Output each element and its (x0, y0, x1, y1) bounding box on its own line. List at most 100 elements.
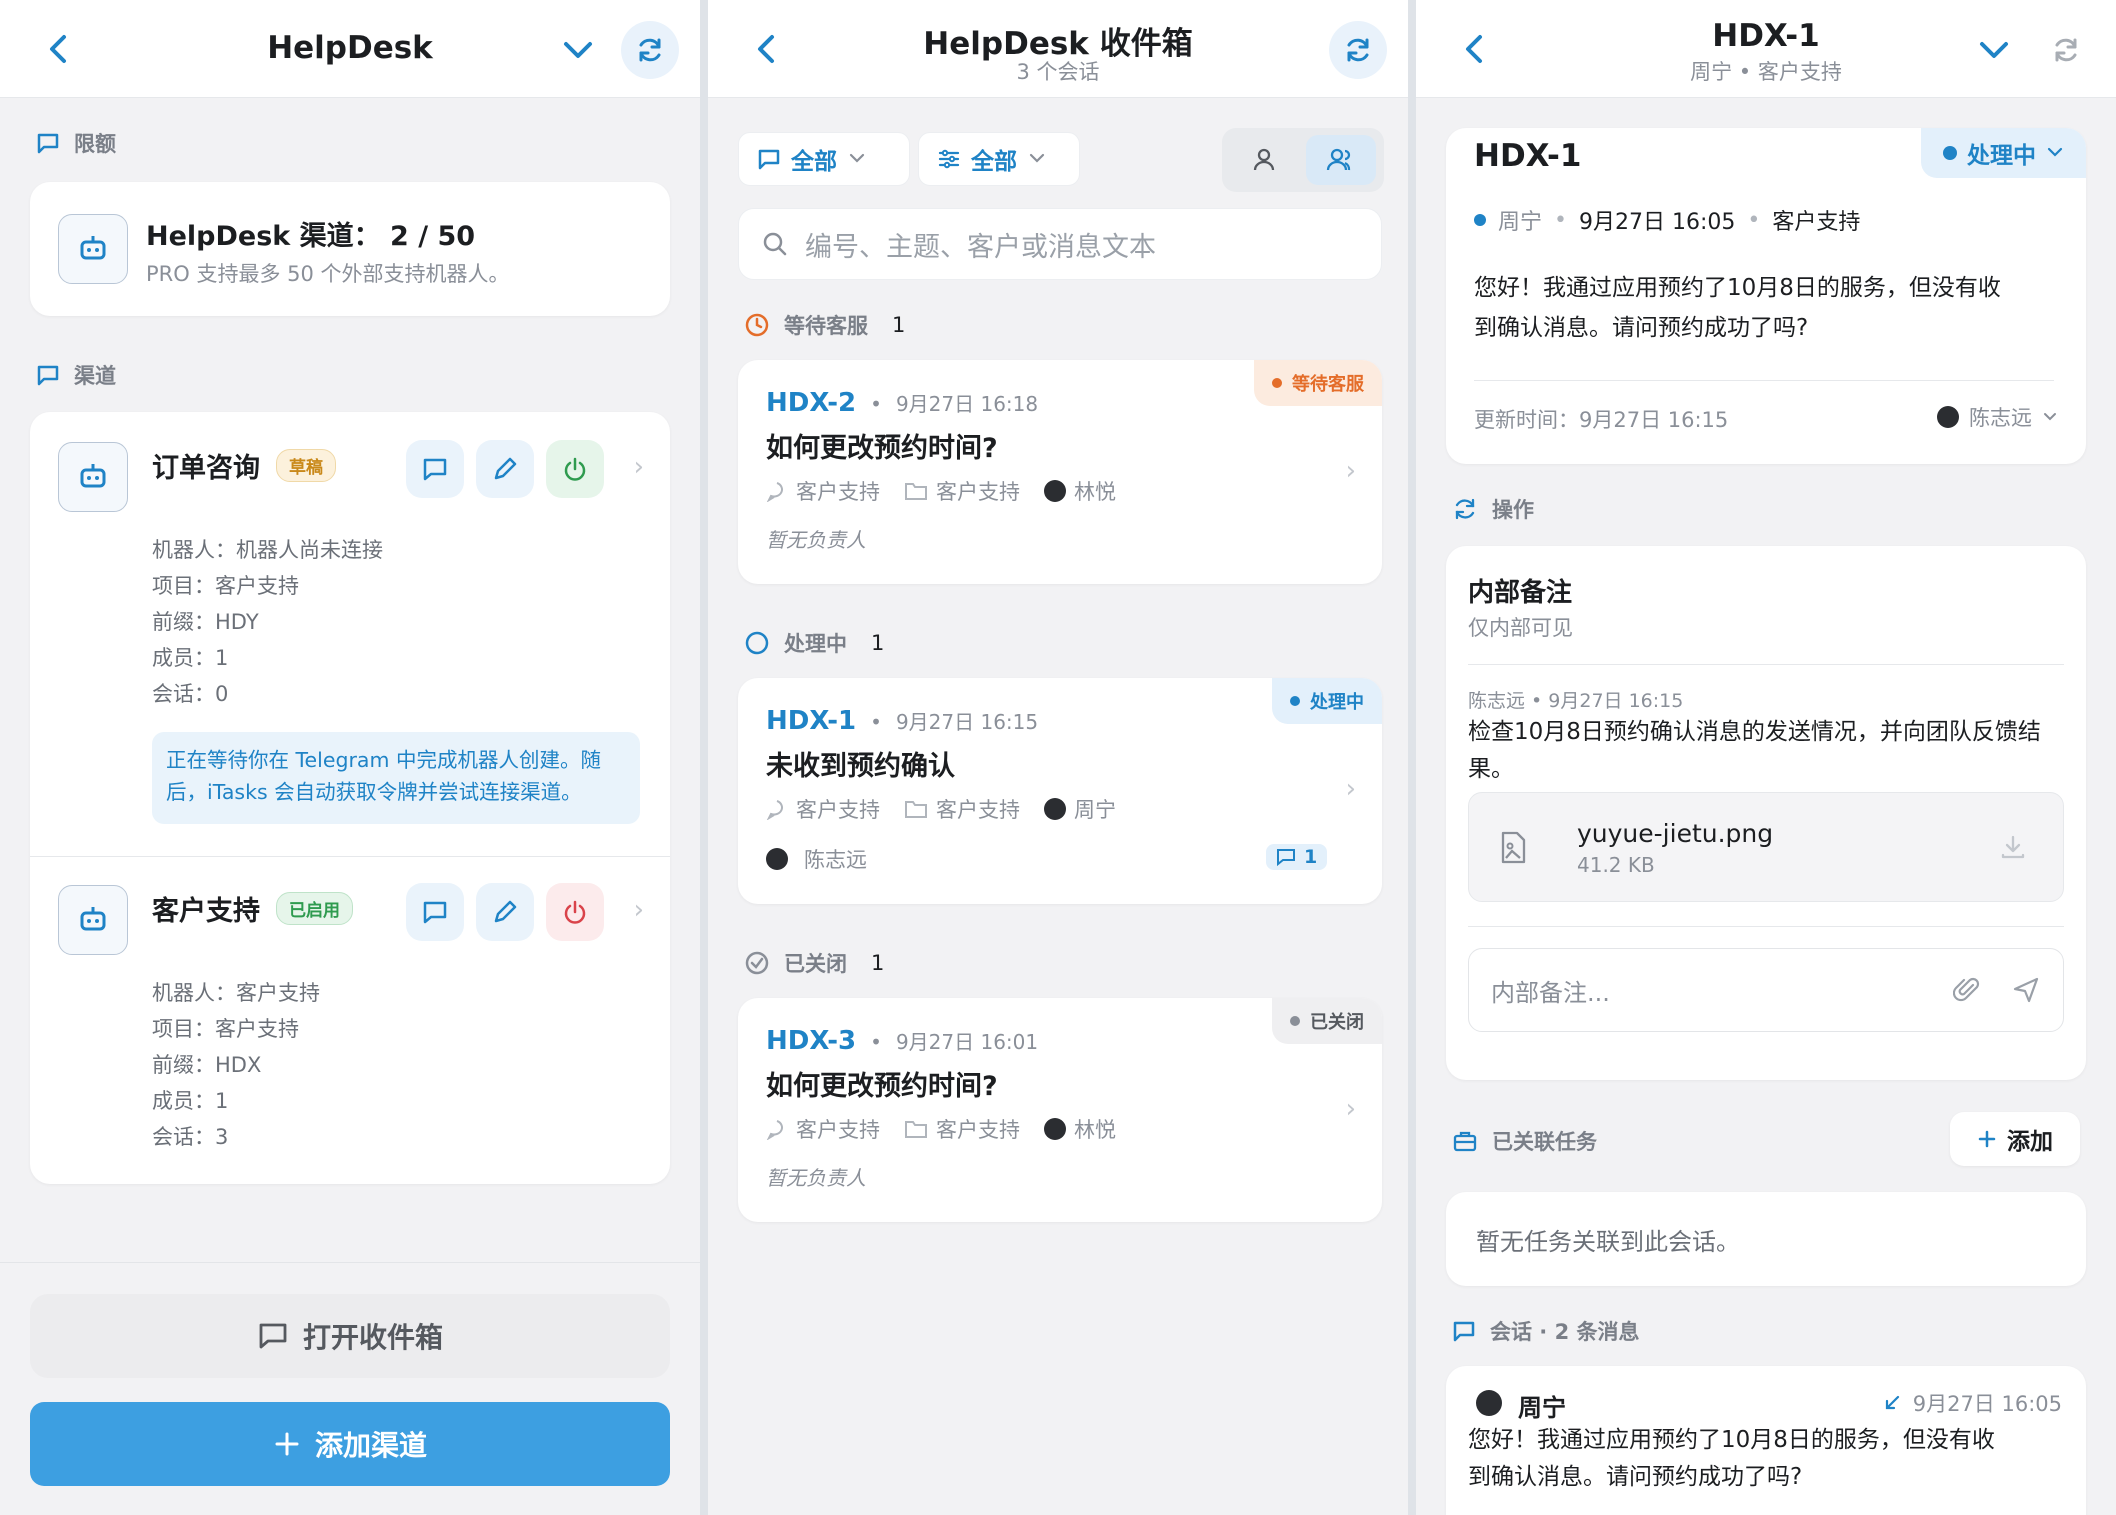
ticket-date: 9月27日 16:05 (1579, 210, 1736, 235)
incoming-arrow-icon (1885, 1395, 1899, 1410)
comment-icon (37, 365, 59, 386)
channel-name: 客户支持 (796, 480, 880, 504)
actions-section-header: 操作 (1452, 494, 1534, 524)
channel-details: 机器人：机器人尚未连接 项目：客户支持 前缀：HDY 成员：1 会话：0 (152, 532, 383, 712)
message-text: 您好！我通过应用预约了10月8日的服务，但没有收 到确认消息。请问预约成功了吗? (1468, 1422, 1995, 1496)
detail-line: 项目：客户支持 (152, 574, 299, 598)
notes-title: 内部备注 (1468, 578, 1573, 608)
section-label: 限额 (74, 132, 116, 156)
download-icon[interactable] (1999, 833, 2027, 861)
assignee-dropdown[interactable]: 陈志远 (1937, 402, 2058, 432)
detail-line: 项目：客户支持 (152, 1017, 299, 1041)
paperclip-icon[interactable] (1953, 975, 1981, 1005)
ticket-message: 您好！我通过应用预约了10月8日的服务，但没有收 到确认消息。请问预约成功了吗? (1474, 268, 2001, 348)
customer-name: 周宁 (1074, 798, 1116, 822)
all-conversations-toggle[interactable] (1306, 135, 1376, 185)
message-count: 1 (1304, 846, 1318, 868)
quota-title: HelpDesk 渠道： 2 / 50 (146, 221, 476, 252)
page-subtitle: 3 个会话 (1016, 60, 1100, 84)
edit-button[interactable] (476, 440, 534, 498)
image-file-icon (1501, 831, 1526, 864)
note-input[interactable]: 内部备注... (1468, 948, 2064, 1032)
refresh-icon (2055, 38, 2077, 62)
channel-name: 客户支持 (152, 896, 260, 927)
ticket-card[interactable]: 等待客服 HDX-2 • 9月27日 16:18 如何更改预约时间? 客户支持 … (738, 360, 1382, 584)
folder-icon (905, 801, 927, 818)
comment-icon (423, 458, 447, 481)
channel-name: 订单咨询 (152, 453, 260, 484)
refresh-button[interactable] (621, 21, 679, 79)
file-name: yuyue-jietu.png (1577, 819, 1774, 848)
notes-subtitle: 仅内部可见 (1468, 616, 1573, 640)
ticket-detail-panel: HDX-1 周宁 • 客户支持 HDX-1 处理中 周宁 • 9月27日 16:… (1416, 0, 2116, 1515)
robot-icon (80, 907, 106, 931)
chevron-down-icon[interactable] (1976, 36, 2012, 64)
note-line: 果。 (1468, 756, 1514, 782)
add-task-button[interactable]: 添加 (1950, 1112, 2080, 1166)
chevron-right-icon: › (633, 452, 644, 482)
message-count-badge: 1 (1266, 844, 1328, 870)
ticket-id: HDX-1 (1474, 138, 1582, 174)
refresh-button[interactable] (2037, 21, 2095, 79)
ticket-date: 9月27日 16:01 (895, 1030, 1039, 1054)
ticket-date: 9月27日 16:18 (895, 392, 1039, 416)
power-icon (564, 900, 586, 924)
plus-icon (275, 1432, 299, 1456)
chat-button[interactable] (406, 883, 464, 941)
section-label: 会话 · 2 条消息 (1490, 1320, 1640, 1344)
my-conversations-toggle[interactable] (1232, 135, 1296, 185)
ticket-meta: 周宁 • 9月27日 16:05 • 客户支持 (1474, 204, 1860, 236)
ticket-summary-card: HDX-1 处理中 周宁 • 9月27日 16:05 • 客户支持 您好！我通过… (1446, 128, 2086, 464)
status-filter-dropdown[interactable]: 全部 (918, 132, 1080, 186)
folder-icon (905, 1121, 927, 1138)
avatar (766, 848, 788, 870)
linked-tasks-section-header: 已关联任务 (1452, 1126, 1597, 1156)
note-line: 检查10月8日预约确认消息的发送情况，并向团队反馈结 (1468, 719, 2041, 745)
status-label: 处理中 (1967, 143, 2036, 169)
comment-icon (1453, 1321, 1475, 1342)
linked-tasks-card: 暂无任务关联到此会话。 (1446, 1192, 2086, 1286)
assignee: 暂无负责人 (766, 1166, 866, 1190)
status-dropdown[interactable]: 处理中 (1921, 128, 2086, 178)
edit-button[interactable] (476, 883, 534, 941)
power-button[interactable] (546, 440, 604, 498)
check-circle-icon (745, 951, 769, 975)
send-icon[interactable] (2011, 975, 2041, 1005)
ticket-card[interactable]: 处理中 HDX-1 • 9月27日 16:15 未收到预约确认 客户支持 客户支… (738, 678, 1382, 904)
refresh-icon (639, 38, 661, 62)
search-placeholder: 编号、主题、客户或消息文本 (805, 231, 1156, 263)
search-input[interactable]: 编号、主题、客户或消息文本 (738, 208, 1382, 280)
note-text: 检查10月8日预约确认消息的发送情况，并向团队反馈结 果。 (1468, 714, 2041, 788)
status-badge: 已启用 (276, 892, 353, 925)
ticket-meta: 客户支持 客户支持 周宁 (766, 794, 1116, 824)
power-button[interactable] (546, 883, 604, 941)
message-time: 9月27日 16:05 (1912, 1392, 2062, 1416)
group-header-processing: 处理中 1 (744, 628, 884, 658)
chevron-right-icon: › (1345, 1094, 1356, 1124)
avatar (1044, 798, 1066, 820)
ticket-card[interactable]: 已关闭 HDX-3 • 9月27日 16:01 如何更改预约时间? 客户支持 客… (738, 998, 1382, 1222)
open-inbox-button[interactable]: 打开收件箱 (30, 1294, 670, 1378)
refresh-button[interactable] (1329, 21, 1387, 79)
channel-item[interactable]: 客户支持 已启用 › 机器人：客户支持 项目：客户支持 前缀：HDX 成员：1 … (30, 857, 670, 1184)
channels-list: 订单咨询 草稿 › 机器人：机器人尚未连接 项目：客户支持 前缀：HDY 成员：… (30, 412, 670, 1184)
detail-line: 机器人：机器人尚未连接 (152, 538, 383, 562)
quota-card: HelpDesk 渠道： 2 / 50 PRO 支持最多 50 个外部支持机器人… (30, 182, 670, 316)
status-label: 处理中 (1310, 692, 1364, 713)
chevron-down-icon[interactable] (560, 36, 596, 64)
ticket-title: 如何更改预约时间? (766, 1071, 998, 1102)
briefcase-icon (1453, 1131, 1477, 1152)
detail-line: 机器人：客户支持 (152, 981, 320, 1005)
status-label: 等待客服 (1292, 374, 1364, 395)
attachment[interactable]: yuyue-jietu.png 41.2 KB (1468, 792, 2064, 902)
add-channel-button[interactable]: 添加渠道 (30, 1402, 670, 1486)
file-size: 41.2 KB (1577, 853, 1655, 877)
chat-button[interactable] (406, 440, 464, 498)
assignee: 暂无负责人 (766, 528, 866, 552)
channel-filter-dropdown[interactable]: 全部 (738, 132, 910, 186)
ticket-meta: 客户支持 客户支持 林悦 (766, 476, 1116, 506)
bot-avatar (58, 885, 128, 955)
channel-item[interactable]: 订单咨询 草稿 › 机器人：机器人尚未连接 项目：客户支持 前缀：HDY 成员：… (30, 412, 670, 856)
chevron-right-icon: › (633, 895, 644, 925)
channels-section-header: 渠道 (36, 360, 116, 390)
